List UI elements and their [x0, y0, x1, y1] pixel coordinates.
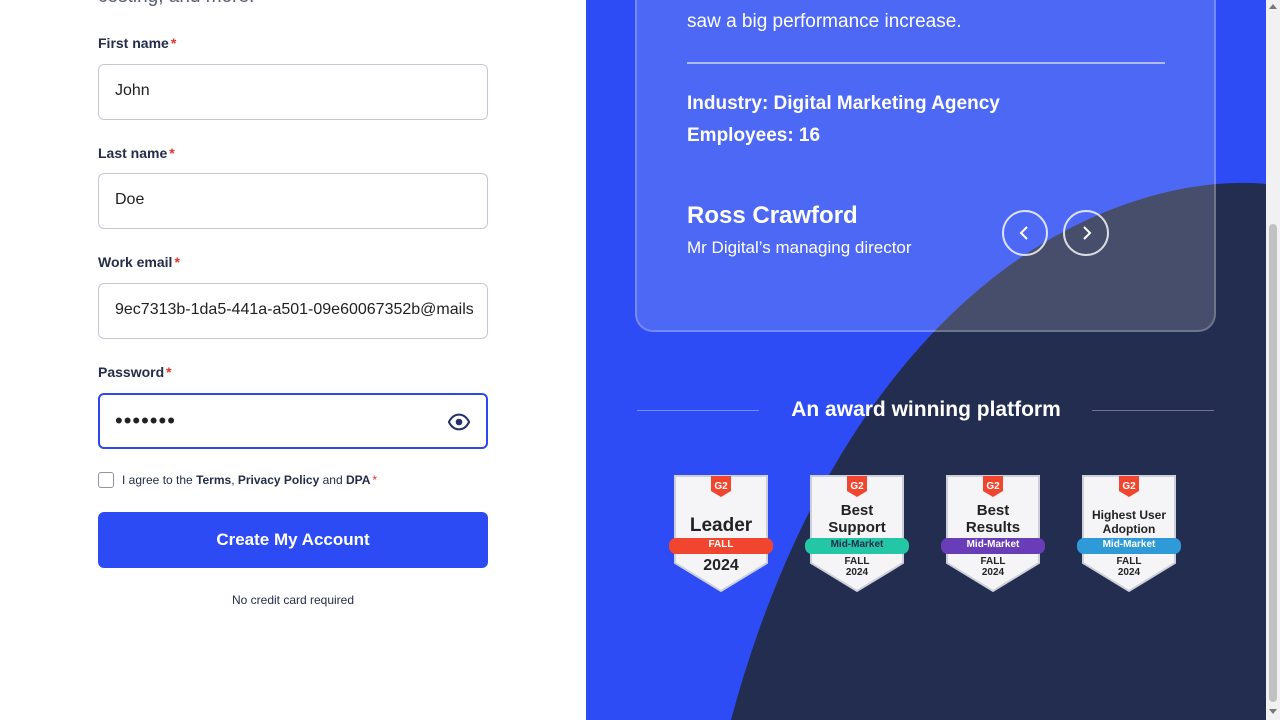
no-credit-card-note: No credit card required	[231, 593, 355, 607]
svg-text:G2: G2	[986, 481, 1000, 492]
badge-ribbon-label: FALL	[708, 539, 734, 550]
badge-ribbon-label: Mid-Market	[966, 539, 1020, 550]
work-email-value: 9ec7313b-1da5-441a-a501-09e60067352b@mai…	[115, 301, 473, 318]
first-name-field[interactable]: John	[98, 64, 488, 120]
first-name-value: John	[115, 82, 150, 99]
testimonial-card	[635, 0, 1216, 332]
awards-heading: An award winning platform	[791, 398, 1061, 421]
badge-season: FALL	[1116, 556, 1142, 567]
badge-title-line2: Adoption	[1102, 522, 1156, 536]
agree-checkbox[interactable]	[98, 472, 114, 488]
chevron-right-icon	[1083, 226, 1092, 240]
last-name-value: Doe	[115, 191, 145, 208]
testimonial-person: Ross Crawford	[687, 202, 858, 229]
badge-season: FALL	[980, 556, 1006, 567]
svg-text:G2: G2	[1122, 481, 1136, 492]
last-name-label: Last name *	[98, 145, 175, 161]
chevron-left-icon	[1019, 226, 1028, 240]
intro-text: costing, and more.	[98, 0, 254, 8]
required-mark: *	[174, 254, 180, 270]
next-testimonial-button[interactable]	[1063, 210, 1109, 256]
required-mark: *	[166, 364, 172, 380]
terms-link[interactable]: Terms	[196, 473, 231, 487]
dpa-link[interactable]: DPA	[346, 473, 370, 487]
badge-title-line2: Support	[828, 519, 886, 536]
last-name-field[interactable]: Doe	[98, 173, 488, 229]
create-account-button[interactable]: Create My Account	[98, 512, 488, 568]
badge-year: 2024	[981, 567, 1005, 578]
g2-badge-best-results: G2 Best Results Mid-Market FALL 2024	[941, 475, 1045, 593]
svg-text:G2: G2	[850, 481, 864, 492]
badge-title-line1: Best	[976, 502, 1010, 519]
required-mark: *	[170, 35, 177, 51]
badge-title: Leader	[689, 515, 753, 536]
work-email-label: Work email *	[98, 254, 180, 270]
scrollbar-thumb[interactable]	[1269, 224, 1277, 702]
g2-badge-leader: G2 Leader FALL 2024	[669, 475, 773, 593]
testimonial-industry: Industry: Digital Marketing Agency	[687, 93, 1000, 114]
scroll-up-arrow-icon[interactable]	[1269, 4, 1277, 9]
badge-ribbon-label: Mid-Market	[1102, 539, 1156, 550]
svg-text:G2: G2	[714, 481, 728, 492]
badge-season: FALL	[844, 556, 870, 567]
badge-year: 2024	[703, 557, 739, 574]
testimonial-divider	[687, 62, 1165, 64]
badge-ribbon-label: Mid-Market	[830, 539, 884, 550]
password-value: •••••••	[115, 408, 176, 433]
required-mark: *	[372, 473, 378, 487]
testimonial-role: Mr Digital’s managing director	[687, 238, 912, 257]
testimonial-employees: Employees: 16	[687, 125, 821, 146]
badge-title-line1: Best	[840, 502, 874, 519]
password-label: Password *	[98, 364, 172, 380]
g2-badge-highest-user-adoption: G2 Highest User Adoption Mid-Market FALL…	[1077, 475, 1181, 593]
privacy-policy-link[interactable]: Privacy Policy	[238, 473, 319, 487]
testimonial-quote: saw a big performance increase.	[687, 11, 962, 32]
badge-year: 2024	[1117, 567, 1141, 578]
badge-year: 2024	[845, 567, 869, 578]
prev-testimonial-button[interactable]	[1002, 210, 1048, 256]
password-field[interactable]: •••••••	[98, 393, 488, 449]
eye-icon[interactable]	[447, 411, 471, 433]
badge-title-line1: Highest User	[1091, 508, 1167, 522]
badge-title-line2: Results	[965, 519, 1021, 536]
signup-form-panel: costing, and more. First name* John Last…	[0, 0, 586, 720]
testimonial-panel: saw a big performance increase. Industry…	[586, 0, 1266, 720]
work-email-field[interactable]: 9ec7313b-1da5-441a-a501-09e60067352b@mai…	[98, 283, 488, 339]
scroll-down-arrow-icon[interactable]	[1269, 709, 1277, 714]
first-name-label: First name *	[98, 35, 177, 51]
page-scrollbar[interactable]	[1266, 0, 1280, 720]
required-mark: *	[169, 145, 175, 161]
agree-text: I agree to the Terms, Privacy Policy and…	[122, 473, 378, 487]
g2-badge-best-support: G2 Best Support Mid-Market FALL 2024	[805, 475, 909, 593]
